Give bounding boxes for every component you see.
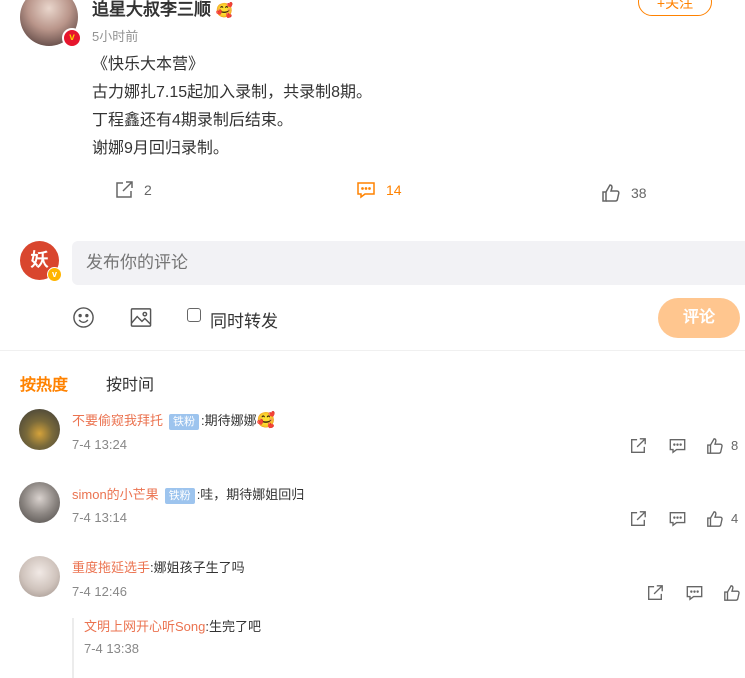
author-name[interactable]: 追星大叔李三顺 🥰 (92, 0, 233, 20)
comment-icon (356, 180, 376, 200)
comment-time: 7-4 12:46 (72, 584, 127, 599)
comment-text: :娜姐孩子生了吗 (150, 560, 245, 575)
comment-emoji-icon: 🥰 (256, 412, 276, 429)
author-name-text[interactable]: 追星大叔李三顺 (92, 0, 211, 19)
post-time[interactable]: 5小时前 (92, 26, 138, 45)
like-action[interactable]: 38 (601, 183, 647, 203)
like-icon[interactable] (706, 510, 724, 528)
submit-comment-button[interactable]: 评论 (658, 298, 740, 338)
commenter-avatar[interactable] (19, 556, 60, 597)
current-user-verified-icon: v (47, 267, 62, 282)
comment-icon[interactable] (668, 437, 687, 455)
like-count-partial: 8 (731, 438, 739, 453)
comment-text: :期待娜娜 (201, 413, 257, 428)
like-icon[interactable] (723, 584, 741, 602)
current-user-avatar-glyph-icon: 妖 (30, 250, 49, 270)
fan-badge: 铁粉 (164, 488, 195, 504)
repost-checkbox[interactable] (187, 308, 201, 322)
comment-input[interactable] (72, 241, 745, 285)
post-line-3: 丁程鑫还有4期录制后结束。 (92, 112, 293, 129)
commenter-avatar[interactable] (19, 409, 60, 450)
commenter-name[interactable]: 重度拖延选手 (72, 560, 150, 575)
commenter-name[interactable]: 不要偷窥我拜托 (72, 413, 163, 428)
fan-badge: 铁粉 (169, 414, 200, 430)
comment-icon[interactable] (668, 510, 687, 528)
image-icon[interactable] (129, 306, 153, 329)
comment-header: 重度拖延选手:娜姐孩子生了吗 (72, 557, 245, 577)
post-line-2: 古力娜扎7.15起加入录制，共录制8期。 (92, 84, 373, 101)
comment-icon[interactable] (685, 584, 704, 602)
repost-label[interactable]: 同时转发 (210, 307, 278, 332)
share-count: 2 (144, 182, 152, 198)
like-count-partial: 4 (731, 511, 739, 526)
share-icon[interactable] (629, 437, 647, 455)
comment-time: 7-4 13:24 (72, 437, 127, 452)
commenter-name[interactable]: simon的小芒果 (72, 487, 159, 502)
share-action[interactable]: 2 (114, 180, 152, 200)
reply-author-name[interactable]: 文明上网开心听Song (84, 619, 205, 634)
reply-thread-line (72, 618, 74, 678)
reply-time: 7-4 13:38 (84, 641, 139, 656)
comment-time: 7-4 13:14 (72, 510, 127, 525)
like-count: 38 (631, 185, 647, 201)
post-line-1: 《快乐大本营》 (92, 56, 205, 73)
comment-text: :哇，期待娜姐回归 (196, 487, 305, 502)
comment-header: simon的小芒果 铁粉:哇，期待娜姐回归 (72, 484, 304, 504)
emoji-icon[interactable] (72, 306, 95, 329)
comment-header: 不要偷窥我拜托 铁粉:期待娜娜🥰 (72, 410, 275, 430)
comment-action[interactable]: 14 (356, 180, 402, 200)
like-icon[interactable] (706, 437, 724, 455)
reply-text: :生完了吧 (205, 619, 261, 634)
author-emoji-icon: 🥰 (215, 2, 234, 18)
like-icon (601, 183, 621, 203)
comment-count: 14 (386, 182, 402, 198)
commenter-avatar[interactable] (19, 482, 60, 523)
follow-button[interactable]: +关注 (638, 0, 712, 16)
reply-header: 文明上网开心听Song:生完了吧 (84, 616, 261, 636)
share-icon[interactable] (646, 584, 664, 602)
tab-sort-hot[interactable]: 按热度 (20, 371, 68, 395)
divider (0, 350, 745, 351)
share-icon (114, 180, 134, 200)
share-icon[interactable] (629, 510, 647, 528)
tab-sort-time[interactable]: 按时间 (106, 371, 154, 395)
verified-badge-icon: v (62, 28, 82, 48)
post-line-4: 谢娜9月回归录制。 (92, 140, 229, 157)
